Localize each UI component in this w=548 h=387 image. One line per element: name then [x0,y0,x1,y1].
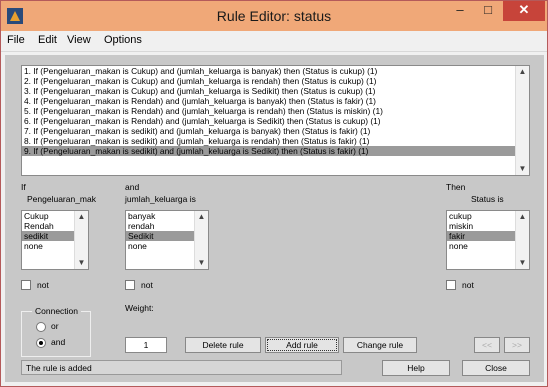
weight-input[interactable]: 1 [125,337,167,353]
menu-bar: File Edit View Options [1,31,547,52]
menu-options[interactable]: Options [104,34,142,46]
or-label: or [51,321,59,331]
rule-list[interactable]: 1. If (Pengeluaran_makan is Cukup) and (… [21,65,530,176]
scroll-down-icon[interactable]: ▼ [75,257,88,269]
scroll-up-icon[interactable]: ▲ [516,211,529,223]
and-list-scrollbar[interactable]: ▲ ▼ [194,211,208,269]
then-output-label: Status is [471,194,504,204]
and-radio[interactable] [36,338,46,348]
maximize-button[interactable]: □ [475,1,501,21]
scroll-down-icon[interactable]: ▼ [195,257,208,269]
scroll-up-icon[interactable]: ▲ [75,211,88,223]
then-not-label: not [462,280,474,290]
rule-item[interactable]: 5. If (Pengeluaran_makan is Rendah) and … [22,106,529,116]
if-not-label: not [37,280,49,290]
minimize-button[interactable]: – [447,1,473,21]
if-not-checkbox[interactable] [21,280,31,290]
scroll-up-icon[interactable]: ▲ [195,211,208,223]
rule-editor-panel: 1. If (Pengeluaran_makan is Cukup) and (… [5,55,544,382]
if-label: If [21,182,26,192]
then-label: Then [446,182,466,192]
rule-item[interactable]: 4. If (Pengeluaran_makan is Rendah) and … [22,96,529,106]
rule-item[interactable]: 7. If (Pengeluaran_makan is sedikit) and… [22,126,529,136]
and-not-checkbox[interactable] [125,280,135,290]
rule-item[interactable]: 9. If (Pengeluaran_makan is sedikit) and… [22,146,529,156]
rule-items: 1. If (Pengeluaran_makan is Cukup) and (… [22,66,529,156]
rule-list-scrollbar[interactable]: ▲ ▼ [515,66,529,175]
help-button[interactable]: Help [382,360,450,376]
menu-file[interactable]: File [7,34,25,46]
connection-title: Connection [32,306,82,316]
rule-item[interactable]: 1. If (Pengeluaran_makan is Cukup) and (… [22,66,529,76]
weight-label: Weight: [125,303,154,313]
if-listbox[interactable]: Cukup Rendah sedikit none ▲ ▼ [21,210,89,270]
scroll-down-icon[interactable]: ▼ [516,163,529,175]
rule-item[interactable]: 2. If (Pengeluaran_makan is Cukup) and (… [22,76,529,86]
change-rule-button[interactable]: Change rule [343,337,417,353]
rule-item[interactable]: 6. If (Pengeluaran_makan is Rendah) and … [22,116,529,126]
menu-view[interactable]: View [67,34,91,46]
title-bar: Rule Editor: status – □ ✕ [1,1,547,31]
delete-rule-button[interactable]: Delete rule [185,337,261,353]
and-listbox[interactable]: banyak rendah Sedikit none ▲ ▼ [125,210,209,270]
and-input-label: jumlah_keluarga is [125,194,196,204]
and-not-label: not [141,280,153,290]
then-listbox[interactable]: cukup miskin fakir none ▲ ▼ [446,210,530,270]
if-input-label: Pengeluaran_mak [27,194,96,204]
rule-item[interactable]: 3. If (Pengeluaran_makan is Cukup) and (… [22,86,529,96]
or-radio[interactable] [36,322,46,332]
then-list-scrollbar[interactable]: ▲ ▼ [515,211,529,269]
then-not-checkbox[interactable] [446,280,456,290]
rule-item[interactable]: 8. If (Pengeluaran_makan is sedikit) and… [22,136,529,146]
add-rule-button[interactable]: Add rule [265,337,339,353]
scroll-up-icon[interactable]: ▲ [516,66,529,78]
status-message: The rule is added [21,360,342,375]
and-label: and [125,182,140,192]
menu-edit[interactable]: Edit [38,34,57,46]
scroll-down-icon[interactable]: ▼ [516,257,529,269]
if-list-scrollbar[interactable]: ▲ ▼ [74,211,88,269]
and-radio-label: and [51,337,66,347]
connection-group: Connection or and [21,306,91,357]
rule-editor-window: Rule Editor: status – □ ✕ File Edit View… [0,0,548,387]
close-window-button[interactable]: ✕ [503,1,545,21]
close-button[interactable]: Close [462,360,530,376]
prev-rule-button[interactable]: << [474,337,500,353]
next-rule-button[interactable]: >> [504,337,530,353]
